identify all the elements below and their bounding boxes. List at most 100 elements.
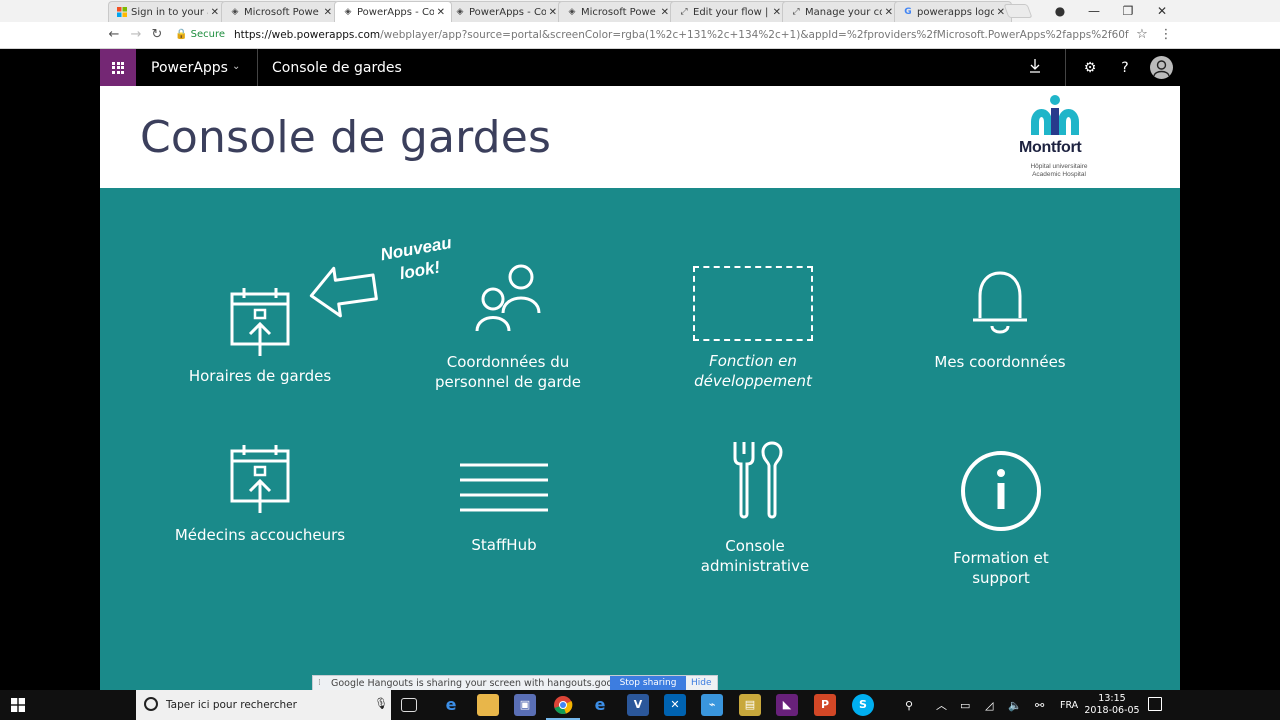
- battery-icon[interactable]: ▭: [960, 690, 970, 720]
- tile-staffhub[interactable]: StaffHub: [404, 461, 604, 561]
- powerapps-icon: ◈: [568, 7, 576, 17]
- url-field[interactable]: https://web.powerapps.com/webplayer/app?…: [234, 29, 1129, 41]
- secure-indicator[interactable]: 🔒 Secure: [175, 29, 225, 40]
- tile-label: Médecins accoucheurs: [174, 526, 346, 544]
- windows-icon: [11, 698, 25, 712]
- avatar[interactable]: [1150, 56, 1173, 79]
- chevron-up-icon[interactable]: ︿: [936, 690, 947, 720]
- cortana-icon: [144, 697, 158, 711]
- close-icon[interactable]: ✕: [549, 7, 557, 18]
- app-icon[interactable]: ▣: [514, 694, 536, 716]
- close-icon[interactable]: ✕: [661, 7, 669, 18]
- visio-icon[interactable]: V: [627, 694, 649, 716]
- address-bar: ← → ↻ 🔒 Secure https://web.powerapps.com…: [0, 22, 1280, 49]
- task-view-icon[interactable]: [401, 698, 417, 712]
- browser-tab[interactable]: ⤢ Edit your flow | M ✕: [670, 1, 788, 22]
- close-window-button[interactable]: ✕: [1145, 0, 1179, 22]
- browser-tab-strip: Sign in to your a ✕ ◈ Microsoft Powe ✕ ◈…: [0, 0, 1280, 22]
- menu-lines-icon: [460, 463, 548, 512]
- language-indicator[interactable]: FRA: [1060, 690, 1078, 720]
- people-tray-icon[interactable]: ⚲: [905, 690, 913, 720]
- tile-formation-et-support[interactable]: Formation et support: [901, 449, 1101, 589]
- url-path: /webplayer/app?source=portal&screenColor…: [380, 29, 1129, 41]
- reload-icon[interactable]: ↻: [149, 27, 165, 43]
- tab-label: PowerApps - Co: [357, 6, 434, 18]
- browser-tab[interactable]: G powerapps logo ✕: [894, 1, 1012, 22]
- flow-icon: ⤢: [792, 7, 800, 17]
- browser-tab[interactable]: ◈ Microsoft Powe ✕: [558, 1, 676, 22]
- close-icon[interactable]: ✕: [437, 7, 445, 18]
- browser-tab[interactable]: ◈ Microsoft Powe ✕: [221, 1, 339, 22]
- brand-label[interactable]: PowerApps: [151, 60, 228, 76]
- close-icon[interactable]: ✕: [885, 7, 893, 18]
- logo-subtitle: Hôpital universitaire Academic Hospital: [1030, 163, 1088, 178]
- tools-app-icon[interactable]: ✕: [664, 694, 686, 716]
- hide-link[interactable]: Hide: [691, 678, 712, 688]
- close-icon[interactable]: ✕: [324, 7, 332, 18]
- bookmark-star-icon[interactable]: ☆: [1134, 27, 1150, 43]
- clock[interactable]: 13:15 2018-06-05: [1082, 693, 1142, 717]
- microsoft-icon: [117, 7, 127, 17]
- network-icon[interactable]: ⚯: [1035, 690, 1044, 720]
- minimize-button[interactable]: —: [1077, 0, 1111, 22]
- visual-studio-icon[interactable]: ◣: [776, 694, 798, 716]
- edge-icon[interactable]: e: [440, 694, 462, 716]
- notification-icon[interactable]: [1148, 697, 1162, 711]
- tile-mes-coordonnees[interactable]: Mes coordonnées: [900, 266, 1100, 376]
- powerapps-icon: ◈: [456, 7, 464, 17]
- drag-handle-icon[interactable]: ⁞: [318, 678, 321, 688]
- file-explorer-icon[interactable]: [477, 694, 499, 716]
- skype-icon[interactable]: S: [852, 694, 874, 716]
- secure-label: Secure: [190, 29, 226, 40]
- chrome-icon[interactable]: [546, 694, 580, 720]
- browser-tab[interactable]: ◈ PowerApps - Co ✕: [446, 1, 564, 22]
- new-tab-button[interactable]: [1003, 4, 1033, 18]
- restore-button[interactable]: ❐: [1111, 0, 1145, 22]
- close-icon[interactable]: ✕: [997, 7, 1005, 18]
- browser-tab[interactable]: ⤢ Manage your co ✕: [782, 1, 900, 22]
- chevron-down-icon[interactable]: ⌄: [232, 61, 240, 72]
- tile-medecins-accoucheurs[interactable]: Médecins accoucheurs: [160, 441, 360, 551]
- close-icon[interactable]: ✕: [773, 7, 781, 18]
- tile-coordonnees-personnel[interactable]: Coordonnées du personnel de garde: [408, 261, 608, 396]
- help-icon[interactable]: ?: [1115, 58, 1135, 78]
- tile-label: Horaires de gardes: [188, 367, 332, 385]
- tab-label: Edit your flow | M: [693, 6, 770, 18]
- tile-label: Fonction en développement: [694, 352, 812, 390]
- divider: [1065, 49, 1066, 86]
- google-icon: G: [904, 7, 912, 17]
- tile-label: Coordonnées du personnel de garde: [435, 353, 581, 391]
- bell-icon: [973, 271, 1027, 334]
- back-icon[interactable]: ←: [106, 27, 122, 43]
- microphone-icon[interactable]: 🎙: [374, 697, 388, 710]
- tile-label: Formation et support: [953, 549, 1049, 587]
- wifi-icon[interactable]: ◿: [985, 690, 993, 720]
- calendar-upload-icon: [230, 445, 290, 513]
- close-icon[interactable]: ✕: [211, 7, 219, 18]
- divider: [257, 49, 258, 86]
- menu-kebab-icon[interactable]: ⋮: [1158, 27, 1174, 43]
- profile-icon[interactable]: ●: [1043, 0, 1077, 22]
- start-button[interactable]: [0, 690, 36, 720]
- forward-icon[interactable]: →: [128, 27, 144, 43]
- browser-tab[interactable]: Sign in to your a ✕: [108, 1, 226, 22]
- volume-icon[interactable]: 🔈: [1008, 690, 1022, 720]
- app-launcher-button[interactable]: [100, 49, 136, 86]
- tools-icon: [733, 441, 783, 519]
- app-icon[interactable]: ▤: [739, 694, 761, 716]
- tile-fonction-en-developpement[interactable]: Fonction en développement: [653, 264, 853, 394]
- gear-icon[interactable]: ⚙: [1080, 58, 1100, 78]
- powerpoint-icon[interactable]: P: [814, 694, 836, 716]
- download-icon[interactable]: [1025, 58, 1045, 78]
- ie-icon[interactable]: e: [589, 694, 611, 716]
- taskbar-search[interactable]: Taper ici pour rechercher 🎙: [136, 690, 391, 720]
- tile-console-administrative[interactable]: Console administrative: [655, 438, 855, 578]
- browser-tab-active[interactable]: ◈ PowerApps - Co ✕: [334, 1, 452, 22]
- app-icon[interactable]: ⌁: [701, 694, 723, 716]
- tile-label: StaffHub: [471, 536, 537, 554]
- info-icon: [961, 451, 1041, 531]
- logo-word: Montfort: [1019, 139, 1082, 156]
- search-placeholder: Taper ici pour rechercher: [166, 699, 297, 711]
- powerapps-icon: ◈: [344, 7, 352, 17]
- stop-sharing-button[interactable]: Stop sharing: [610, 676, 686, 691]
